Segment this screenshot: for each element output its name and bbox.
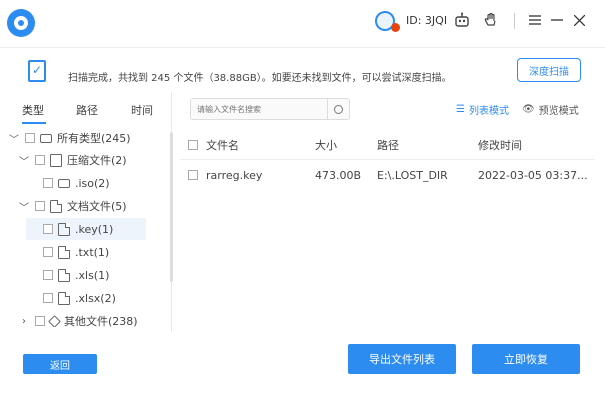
- tree-item-xlsx[interactable]: .xlsx(2): [38, 287, 116, 309]
- title-bar: ID: 3JQI: [0, 0, 605, 44]
- checkbox[interactable]: [35, 155, 45, 165]
- checkbox[interactable]: [35, 316, 45, 326]
- drive-icon: [40, 133, 52, 143]
- category-tabs: 类型 路径 时间: [0, 92, 172, 124]
- tree-item-documents[interactable]: ﹀ 文档文件(5): [18, 195, 127, 217]
- document-icon: [58, 222, 70, 236]
- document-icon: [58, 245, 70, 259]
- tree-item-label: 其他文件(238): [64, 315, 138, 327]
- chevron-down-icon[interactable]: ﹀: [8, 131, 20, 146]
- scan-message: 扫描完成，共找到 245 个文件（38.88GB）。如要还未找到文件，可以尝试深…: [68, 73, 452, 84]
- checkbox[interactable]: [43, 247, 53, 257]
- table-row[interactable]: rarreg.key 473.00B E:\.LOST_DIR 2022-03-…: [180, 161, 595, 189]
- tree-item-key[interactable]: .key(1): [26, 218, 146, 240]
- column-header-name[interactable]: 文件名: [206, 130, 239, 159]
- active-tab-indicator: [22, 122, 46, 124]
- minimize-icon[interactable]: [548, 10, 566, 30]
- tree-item-label: 压缩文件(2): [67, 154, 127, 167]
- tree-item-label: .txt(1): [75, 245, 110, 259]
- checkbox[interactable]: [43, 293, 53, 303]
- preview-mode-toggle[interactable]: 👁 预览模式: [522, 102, 579, 117]
- eye-icon: 👁: [522, 104, 535, 115]
- search-box: [190, 98, 350, 120]
- tree-item-all-types[interactable]: ﹀ 所有类型(245): [8, 127, 131, 149]
- tree-scrollbar[interactable]: [170, 132, 173, 282]
- preview-mode-label: 预览模式: [538, 106, 579, 117]
- archive-icon: [50, 153, 62, 167]
- tab-time[interactable]: 时间: [131, 102, 153, 118]
- scan-complete-icon: [28, 60, 46, 82]
- checkbox[interactable]: [43, 178, 53, 188]
- document-icon: [58, 291, 70, 305]
- disc-icon: [58, 178, 70, 188]
- file-size: 473.00B: [315, 168, 362, 182]
- file-path: E:\.LOST_DIR: [377, 168, 448, 182]
- robot-icon[interactable]: [452, 10, 472, 30]
- tab-path[interactable]: 路径: [76, 102, 98, 118]
- chevron-down-icon[interactable]: ﹀: [18, 153, 30, 168]
- tree-item-txt[interactable]: .txt(1): [38, 241, 109, 263]
- checkbox[interactable]: [35, 201, 45, 211]
- deep-scan-button[interactable]: 深度扫描: [517, 58, 581, 82]
- select-all-checkbox-cell: [188, 130, 198, 159]
- back-button[interactable]: 返回: [23, 354, 97, 374]
- user-id: ID: 3JQI: [406, 14, 448, 27]
- tree-item-label: 文档文件(5): [67, 200, 127, 213]
- scan-summary-banner: 扫描完成，共找到 245 个文件（38.88GB）。如要还未找到文件，可以尝试深…: [0, 47, 605, 92]
- row-checkbox-cell: [188, 161, 198, 189]
- tree-item-label: .iso(2): [75, 176, 110, 190]
- tree-item-label: .xlsx(2): [75, 291, 116, 305]
- list-view-icon: ☰: [456, 104, 465, 115]
- document-icon: [58, 268, 70, 282]
- tree-item-xls[interactable]: .xls(1): [38, 264, 109, 286]
- select-all-checkbox[interactable]: [188, 139, 198, 150]
- tab-type[interactable]: 类型: [22, 102, 44, 118]
- checkbox[interactable]: [43, 270, 53, 280]
- tree-item-other[interactable]: › 其他文件(238): [18, 310, 138, 327]
- search-icon: [334, 104, 343, 114]
- document-icon: [50, 199, 62, 213]
- menu-icon[interactable]: [526, 10, 544, 30]
- category-panel: 类型 路径 时间 ﹀ 所有类型(245) ﹀ 压缩文件(2) .iso(2) ﹀…: [0, 92, 173, 332]
- tree-item-label: .xls(1): [75, 268, 110, 282]
- export-list-button[interactable]: 导出文件列表: [348, 344, 456, 374]
- chevron-right-icon[interactable]: ›: [18, 316, 30, 327]
- app-logo: [7, 9, 35, 37]
- list-mode-toggle[interactable]: ☰ 列表模式: [456, 102, 509, 117]
- notification-badge: [391, 23, 400, 32]
- tree-item-label: 所有类型(245): [57, 132, 131, 145]
- checkbox[interactable]: [43, 224, 53, 234]
- tree-item-archives[interactable]: ﹀ 压缩文件(2): [18, 149, 127, 171]
- table-header: 文件名 大小 路径 修改时间: [180, 130, 595, 160]
- chevron-down-icon[interactable]: ﹀: [18, 199, 30, 214]
- recover-now-button[interactable]: 立即恢复: [472, 344, 580, 374]
- file-type-tree: ﹀ 所有类型(245) ﹀ 压缩文件(2) .iso(2) ﹀ 文档文件(5) …: [0, 127, 172, 327]
- tree-item-label: .key(1): [75, 222, 114, 236]
- file-modified: 2022-03-05 03:37...: [478, 168, 588, 182]
- search-button[interactable]: [327, 99, 349, 119]
- titlebar-divider: [514, 13, 515, 29]
- file-name: rarreg.key: [206, 168, 263, 182]
- hand-icon[interactable]: [481, 10, 501, 30]
- search-input[interactable]: [191, 99, 327, 119]
- column-header-size[interactable]: 大小: [315, 130, 337, 159]
- list-mode-label: 列表模式: [468, 106, 509, 117]
- close-icon[interactable]: [570, 10, 588, 30]
- file-list-panel: ☰ 列表模式 👁 预览模式 文件名 大小 路径 修改时间 rarreg.key …: [180, 92, 605, 332]
- column-header-modified[interactable]: 修改时间: [478, 130, 522, 159]
- tree-item-iso[interactable]: .iso(2): [38, 172, 110, 194]
- column-header-path[interactable]: 路径: [377, 130, 399, 159]
- checkbox[interactable]: [25, 133, 35, 143]
- row-checkbox[interactable]: [188, 170, 198, 180]
- other-file-icon: [48, 314, 61, 327]
